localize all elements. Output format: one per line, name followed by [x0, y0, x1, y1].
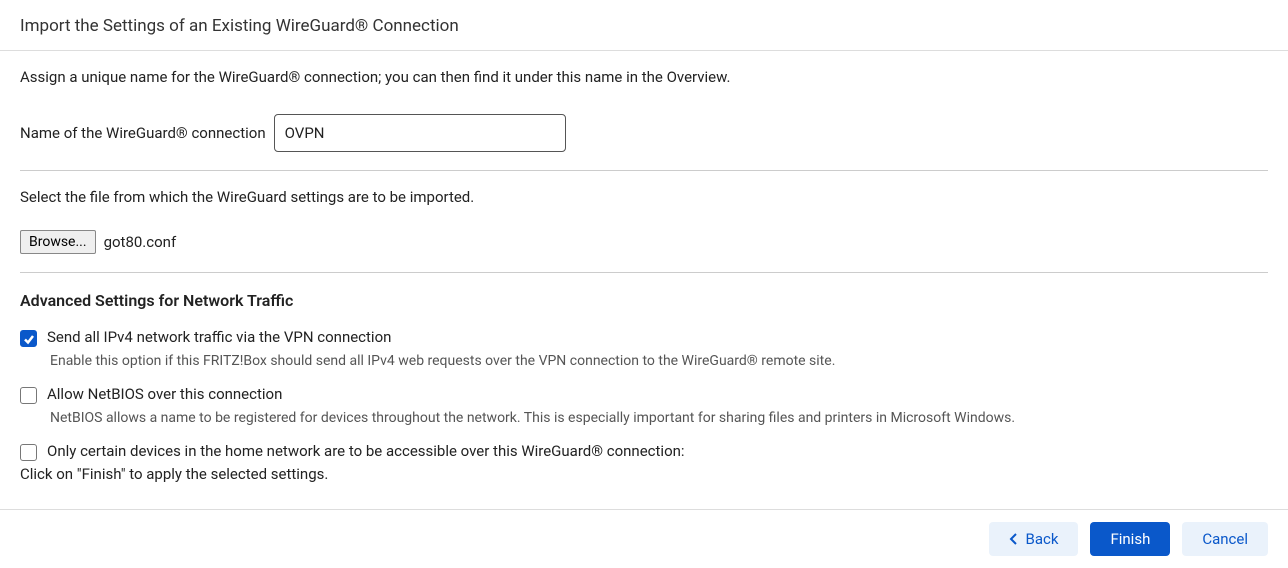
- finish-button[interactable]: Finish: [1090, 522, 1170, 556]
- checkbox-netbios[interactable]: [20, 387, 37, 404]
- checkbox-label-devices[interactable]: Only certain devices in the home network…: [47, 442, 685, 460]
- cancel-button-label: Cancel: [1202, 530, 1248, 548]
- help-text-ipv4: Enable this option if this FRITZ!Box sho…: [20, 349, 1268, 381]
- checkbox-label-netbios[interactable]: Allow NetBIOS over this connection: [47, 385, 282, 403]
- connection-name-input[interactable]: [274, 114, 566, 152]
- selected-filename: got80.conf: [104, 233, 177, 251]
- browse-button[interactable]: Browse...: [20, 230, 96, 254]
- check-icon: [23, 333, 35, 345]
- checkbox-label-ipv4[interactable]: Send all IPv4 network traffic via the VP…: [47, 328, 391, 346]
- instruction-file: Select the file from which the WireGuard…: [20, 171, 1268, 216]
- checkbox-ipv4[interactable]: [20, 330, 37, 347]
- page-title: Import the Settings of an Existing WireG…: [0, 0, 1288, 51]
- back-button-label: Back: [1025, 530, 1058, 548]
- back-button[interactable]: Back: [989, 522, 1078, 556]
- checkbox-row-ipv4: Send all IPv4 network traffic via the VP…: [20, 324, 1268, 349]
- advanced-heading: Advanced Settings for Network Traffic: [20, 273, 1268, 324]
- file-row: Browse... got80.conf: [20, 216, 1268, 272]
- chevron-left-icon: [1009, 532, 1019, 546]
- instruction-name: Assign a unique name for the WireGuard® …: [20, 51, 1268, 96]
- cancel-button[interactable]: Cancel: [1182, 522, 1268, 556]
- connection-name-label: Name of the WireGuard® connection: [20, 124, 266, 142]
- checkbox-devices[interactable]: [20, 444, 37, 461]
- help-text-netbios: NetBIOS allows a name to be registered f…: [20, 406, 1268, 438]
- finish-button-label: Finish: [1110, 530, 1150, 548]
- checkbox-row-devices: Only certain devices in the home network…: [20, 438, 1268, 463]
- footer: Back Finish Cancel: [0, 509, 1288, 568]
- checkbox-row-netbios: Allow NetBIOS over this connection: [20, 381, 1268, 406]
- connection-name-row: Name of the WireGuard® connection: [20, 96, 1268, 170]
- finish-note: Click on "Finish" to apply the selected …: [20, 463, 1268, 493]
